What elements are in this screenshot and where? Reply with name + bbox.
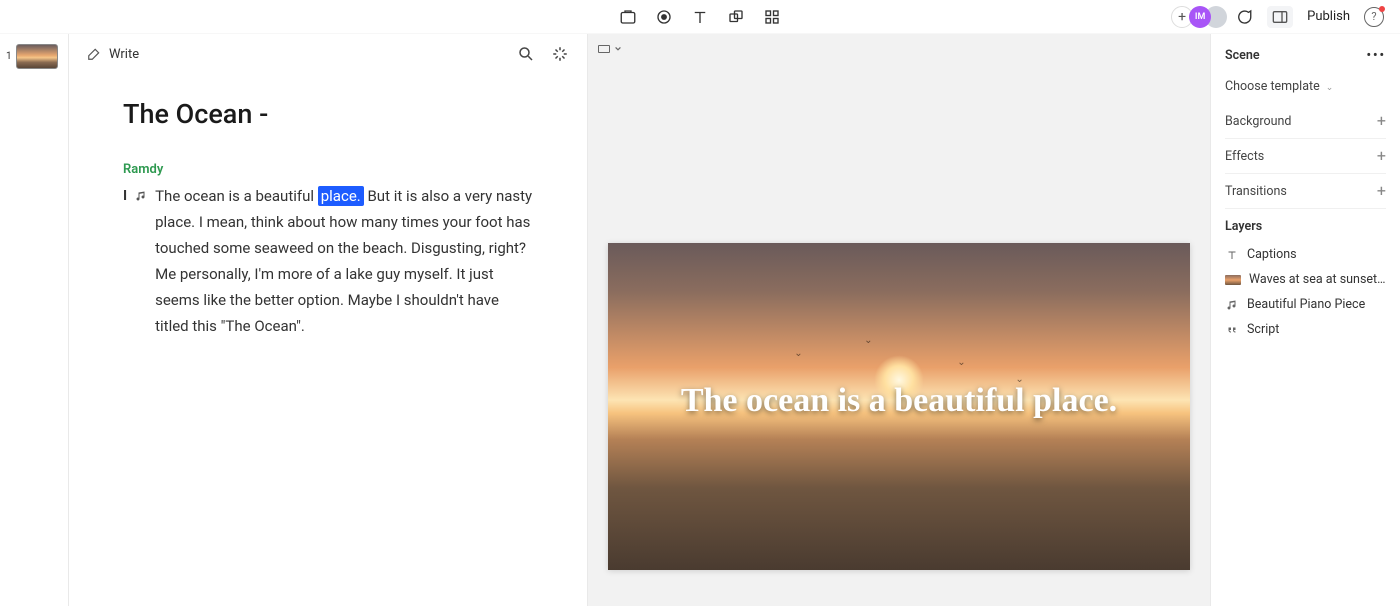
editor-header-right (517, 45, 569, 63)
panel-toggle-button[interactable] (1267, 6, 1293, 28)
chevron-down-icon (614, 45, 622, 53)
layer-label: Captions (1247, 247, 1297, 262)
grid-icon[interactable] (763, 8, 781, 26)
bird-silhouette: ⌄ (957, 357, 965, 368)
help-button[interactable]: ? (1364, 7, 1384, 27)
sparkle-icon[interactable] (551, 45, 569, 63)
layer-media[interactable]: Waves at sea at sunset. Flocks... (1225, 267, 1386, 292)
document-title[interactable]: The Ocean - (123, 98, 533, 130)
layer-label: Waves at sea at sunset. Flocks... (1249, 272, 1386, 287)
transitions-label: Transitions (1225, 184, 1287, 199)
line-marker: I (123, 183, 127, 209)
plus-icon: + (1377, 113, 1386, 129)
layers-title: Layers (1225, 219, 1386, 234)
panel-header: Scene ••• (1225, 48, 1386, 63)
canvas-header (588, 34, 1210, 64)
script-highlight[interactable]: place. (318, 186, 364, 206)
scene-item[interactable]: 1 (0, 44, 68, 69)
background-row[interactable]: Background + (1225, 104, 1386, 139)
layer-captions[interactable]: Captions (1225, 242, 1386, 267)
quote-icon (1225, 323, 1239, 337)
write-label: Write (109, 47, 139, 62)
notification-dot (1379, 6, 1385, 12)
slide-preview[interactable]: ⌄ ⌄ ⌄ ⌄ The ocean is a beautiful place. (608, 243, 1190, 570)
shapes-icon[interactable] (727, 8, 745, 26)
record-icon[interactable] (655, 8, 673, 26)
layer-script[interactable]: Script (1225, 317, 1386, 342)
choose-template-label: Choose template (1225, 79, 1320, 94)
script-pre: The ocean is a beautiful (155, 187, 318, 205)
aspect-rect-icon (598, 45, 610, 53)
write-button[interactable]: Write (87, 47, 139, 62)
search-icon[interactable] (517, 45, 535, 63)
main-layout: 1 Write The Ocean - Ramdy I The ocean is… (0, 34, 1400, 606)
editor-header: Write (69, 34, 587, 74)
scenes-column: 1 (0, 34, 69, 606)
music-icon (135, 190, 147, 202)
layer-label: Script (1247, 322, 1279, 337)
speaker-label[interactable]: Ramdy (123, 162, 533, 177)
text-icon (1225, 248, 1239, 262)
transitions-row[interactable]: Transitions + (1225, 174, 1386, 209)
more-options-button[interactable]: ••• (1367, 48, 1386, 63)
aspect-ratio-button[interactable] (598, 45, 622, 53)
plus-icon: + (1377, 183, 1386, 199)
script-line[interactable]: I The ocean is a beautiful place. But it… (123, 183, 533, 339)
avatar-stack: + IM (1171, 6, 1221, 28)
music-icon (1225, 298, 1239, 312)
bird-silhouette: ⌄ (794, 348, 802, 359)
caption-overlay: The ocean is a beautiful place. (641, 379, 1157, 423)
avatar[interactable]: IM (1189, 6, 1211, 28)
media-icon[interactable] (619, 8, 637, 26)
editor-body[interactable]: The Ocean - Ramdy I The ocean is a beaut… (69, 74, 587, 606)
bird-silhouette: ⌄ (864, 335, 872, 346)
script-post: But it is also a very nasty place. I mea… (155, 187, 532, 335)
editor-column: Write The Ocean - Ramdy I The ocean is a… (69, 34, 588, 606)
scene-number: 1 (6, 51, 12, 62)
effects-label: Effects (1225, 149, 1264, 164)
top-right-controls: + IM Publish ? (1171, 6, 1384, 28)
background-label: Background (1225, 114, 1291, 129)
canvas-column: ⌄ ⌄ ⌄ ⌄ The ocean is a beautiful place. (588, 34, 1210, 606)
pencil-icon (87, 47, 101, 61)
properties-panel: Scene ••• Choose template⌄ Background + … (1210, 34, 1400, 606)
text-icon[interactable] (691, 8, 709, 26)
choose-template-button[interactable]: Choose template ⌄ (1225, 73, 1386, 104)
panel-title: Scene (1225, 48, 1260, 63)
layer-music[interactable]: Beautiful Piano Piece (1225, 292, 1386, 317)
center-tools (619, 8, 781, 26)
publish-button[interactable]: Publish (1307, 9, 1350, 24)
comment-icon[interactable] (1235, 8, 1253, 26)
top-toolbar: + IM Publish ? (0, 0, 1400, 34)
chevron-down-icon: ⌄ (1326, 83, 1334, 93)
effects-row[interactable]: Effects + (1225, 139, 1386, 174)
layer-label: Beautiful Piano Piece (1247, 297, 1365, 312)
plus-icon: + (1377, 148, 1386, 164)
media-thumbnail-icon (1225, 275, 1241, 285)
script-text[interactable]: The ocean is a beautiful place. But it i… (155, 183, 533, 339)
scene-thumbnail[interactable] (16, 44, 58, 69)
